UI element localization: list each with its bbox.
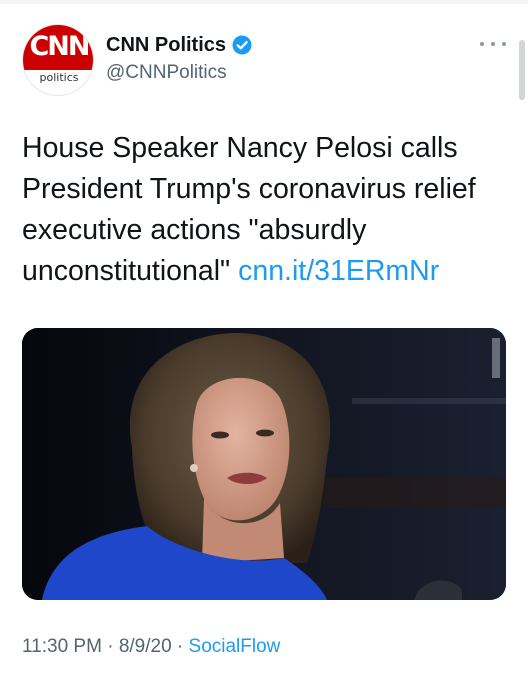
tweet-image[interactable] <box>22 328 506 600</box>
more-dot <box>502 42 506 46</box>
more-dot <box>491 42 495 46</box>
avatar[interactable]: CNN politics <box>22 24 94 96</box>
tweet-time[interactable]: 11:30 PM <box>22 636 102 657</box>
meta-separator: · <box>107 636 114 657</box>
display-name[interactable]: CNN Politics <box>106 32 226 58</box>
avatar-sub-text: politics <box>39 71 79 84</box>
photo-illustration <box>22 328 506 600</box>
more-options-icon[interactable] <box>480 38 506 50</box>
top-divider <box>0 0 528 4</box>
meta-separator: · <box>176 636 184 657</box>
tweet-text: House Speaker Nancy Pelosi calls Preside… <box>22 128 508 292</box>
scrollbar[interactable] <box>519 40 525 100</box>
more-dot <box>480 42 484 46</box>
verified-badge-icon <box>232 35 252 55</box>
tweet-header: CNN politics CNN Politics @CNNPolitics <box>22 24 508 96</box>
name-row: CNN Politics <box>106 32 252 58</box>
tweet-date[interactable]: 8/9/20 <box>119 636 172 657</box>
handle[interactable]: @CNNPolitics <box>106 60 227 86</box>
tweet-source[interactable]: SocialFlow <box>189 636 281 657</box>
avatar-logo-text: CNN <box>29 31 90 62</box>
tweet-meta: 11:30 PM · 8/9/20 · SocialFlow <box>22 634 280 660</box>
tweet-link[interactable]: cnn.it/31ERmNr <box>238 255 439 287</box>
